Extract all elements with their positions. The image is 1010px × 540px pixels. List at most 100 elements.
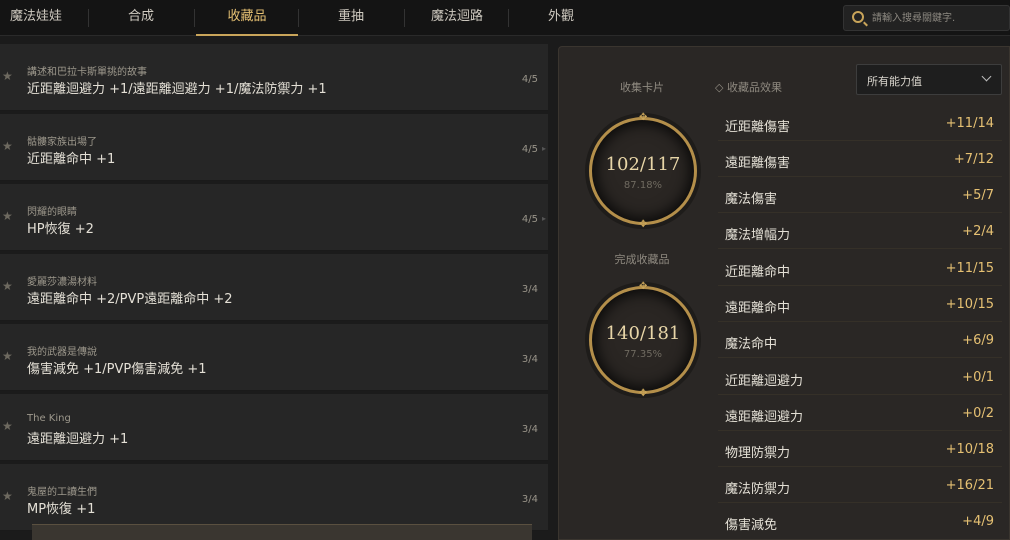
ornament-icon: ✥ — [639, 388, 648, 399]
chevron-right-icon: ▸ — [541, 214, 546, 223]
search-box[interactable] — [843, 5, 1010, 31]
chevron-down-icon — [981, 71, 992, 82]
stat-name: 魔法命中 — [725, 337, 778, 352]
collection-progress: 3/4 — [521, 424, 538, 435]
stat-row: 傷害減免 +4/9 — [718, 503, 1002, 539]
effects-header-label: 收藏品效果 — [726, 81, 782, 94]
collection-effect: 傷害減免 +1/PVP傷害減免 +1 — [27, 362, 207, 377]
stat-name: 物理防禦力 — [725, 446, 791, 461]
stat-value: +2/4 — [962, 224, 994, 239]
stat-filter-dropdown[interactable]: 所有能力值 — [856, 64, 1002, 95]
tab-magic-circuit[interactable]: 魔法迴路 — [410, 0, 504, 36]
tab-appearance[interactable]: 外觀 — [512, 0, 610, 36]
stat-name: 近距離傷害 — [725, 120, 791, 135]
star-icon[interactable]: ★ — [2, 279, 13, 293]
completed-percent: 77.35% — [623, 349, 663, 360]
stat-row: 近距離傷害 +11/14 — [718, 105, 1002, 141]
collection-name: 閃耀的眼睛 — [27, 207, 77, 218]
tab-divider — [194, 9, 195, 27]
stat-row: 魔法防禦力 +16/21 — [718, 467, 1002, 503]
top-nav-bar: 魔法娃娃 合成 收藏品 重抽 魔法迴路 外觀 — [0, 0, 1010, 36]
tab-divider — [404, 9, 405, 27]
stat-name: 近距離迴避力 — [725, 374, 804, 389]
collection-progress: 3/4 — [521, 494, 538, 505]
star-icon[interactable]: ★ — [2, 139, 13, 153]
diamond-icon: ◇ — [715, 81, 724, 94]
stat-row: 魔法增幅力 +2/4 — [718, 213, 1002, 249]
stat-name: 魔法傷害 — [725, 192, 778, 207]
tab-reroll[interactable]: 重抽 — [304, 0, 398, 36]
collection-item[interactable]: ★ 愛麗莎濃湯材料 遠距離命中 +2/PVP遠距離命中 +2 3/4 — [0, 254, 548, 321]
stat-row: 近距離命中 +11/15 — [718, 250, 1002, 286]
collection-effect: MP恢復 +1 — [27, 502, 96, 517]
collection-item[interactable]: ★ 我的武器是傳說 傷害減免 +1/PVP傷害減免 +1 3/4 — [0, 324, 548, 391]
tab-synthesis[interactable]: 合成 — [96, 0, 186, 36]
collection-effect: 遠距離命中 +2/PVP遠距離命中 +2 — [27, 292, 233, 307]
next-collection-item-partial[interactable] — [32, 524, 532, 540]
collection-effect: HP恢復 +2 — [27, 222, 94, 237]
star-icon[interactable]: ★ — [2, 69, 13, 83]
stat-name: 遠距離命中 — [725, 301, 791, 316]
collection-name: 鬼屋的工讀生們 — [27, 487, 97, 498]
collection-name: 愛麗莎濃湯材料 — [27, 277, 97, 288]
stat-value: +10/18 — [945, 442, 994, 457]
search-input[interactable] — [872, 9, 1007, 27]
ornament-icon: ✥ — [639, 219, 648, 230]
collection-item[interactable]: ★ 骷髏家族出場了 近距離命中 +1 4/5 ▸ — [0, 114, 548, 181]
completed-progress-ring: ✥ 140/181 77.35% ✥ — [589, 281, 697, 399]
collection-progress: 4/5 — [521, 74, 538, 85]
star-icon[interactable]: ★ — [2, 419, 13, 433]
stat-name: 遠距離迴避力 — [725, 410, 804, 425]
collection-name: 講述和巴拉卡斯單挑的故事 — [27, 67, 147, 78]
chevron-right-icon: ▸ — [541, 144, 546, 153]
collection-progress: 3/4 — [521, 354, 538, 365]
collection-item[interactable]: ★ The King 遠距離迴避力 +1 3/4 — [0, 394, 548, 461]
star-icon[interactable]: ★ — [2, 349, 13, 363]
tab-divider — [88, 9, 89, 27]
stat-row: 近距離迴避力 +0/1 — [718, 359, 1002, 395]
stat-row: 魔法傷害 +5/7 — [718, 177, 1002, 213]
collection-name: The King — [27, 413, 71, 424]
stat-row: 遠距離命中 +10/15 — [718, 286, 1002, 322]
stat-filter-value: 所有能力值 — [867, 75, 922, 88]
stat-value: +0/2 — [962, 406, 994, 421]
cards-count: 102/117 — [605, 154, 681, 175]
collection-effect: 近距離迴避力 +1/遠距離迴避力 +1/魔法防禦力 +1 — [27, 82, 327, 97]
stat-value: +6/9 — [962, 333, 994, 348]
stat-value: +0/1 — [962, 370, 994, 385]
stat-name: 魔法增幅力 — [725, 228, 791, 243]
search-icon — [852, 11, 864, 23]
stat-row: 遠距離迴避力 +0/2 — [718, 395, 1002, 431]
tab-magic-doll[interactable]: 魔法娃娃 — [0, 0, 72, 36]
collection-item[interactable]: ★ 講述和巴拉卡斯單挑的故事 近距離迴避力 +1/遠距離迴避力 +1/魔法防禦力… — [0, 44, 548, 111]
tab-divider — [508, 9, 509, 27]
tab-collection[interactable]: 收藏品 — [196, 0, 298, 36]
stat-value: +10/15 — [945, 297, 994, 312]
collection-list[interactable]: ★ 講述和巴拉卡斯單挑的故事 近距離迴避力 +1/遠距離迴避力 +1/魔法防禦力… — [0, 44, 548, 540]
cards-progress-ring: ✥ 102/117 87.18% ✥ — [589, 112, 697, 230]
stat-value: +11/15 — [945, 261, 994, 276]
collection-item[interactable]: ★ 閃耀的眼睛 HP恢復 +2 4/5 ▸ — [0, 184, 548, 251]
stat-value: +11/14 — [945, 116, 994, 131]
collection-effect: 遠距離迴避力 +1 — [27, 432, 129, 447]
collection-name: 骷髏家族出場了 — [27, 137, 97, 148]
stat-name: 近距離命中 — [725, 265, 791, 280]
stat-value: +5/7 — [962, 188, 994, 203]
tab-divider — [298, 9, 299, 27]
cards-percent: 87.18% — [623, 180, 663, 191]
collection-name: 我的武器是傳說 — [27, 347, 97, 358]
stat-value: +4/9 — [962, 514, 994, 529]
star-icon[interactable]: ★ — [2, 209, 13, 223]
effects-header: ◇ 收藏品效果 — [715, 79, 782, 95]
stat-value: +16/21 — [945, 478, 994, 493]
star-icon[interactable]: ★ — [2, 489, 13, 503]
collection-effect: 近距離命中 +1 — [27, 152, 116, 167]
stat-name: 魔法防禦力 — [725, 482, 791, 497]
collection-progress: 3/4 — [521, 284, 538, 295]
stat-row: 遠距離傷害 +7/12 — [718, 141, 1002, 177]
stat-name: 遠距離傷害 — [725, 156, 791, 171]
completed-title: 完成收藏品 — [614, 253, 670, 266]
stat-row: 物理防禦力 +10/18 — [718, 431, 1002, 467]
cards-title: 收集卡片 — [620, 81, 664, 94]
collection-item[interactable]: ★ 鬼屋的工讀生們 MP恢復 +1 3/4 — [0, 464, 548, 531]
